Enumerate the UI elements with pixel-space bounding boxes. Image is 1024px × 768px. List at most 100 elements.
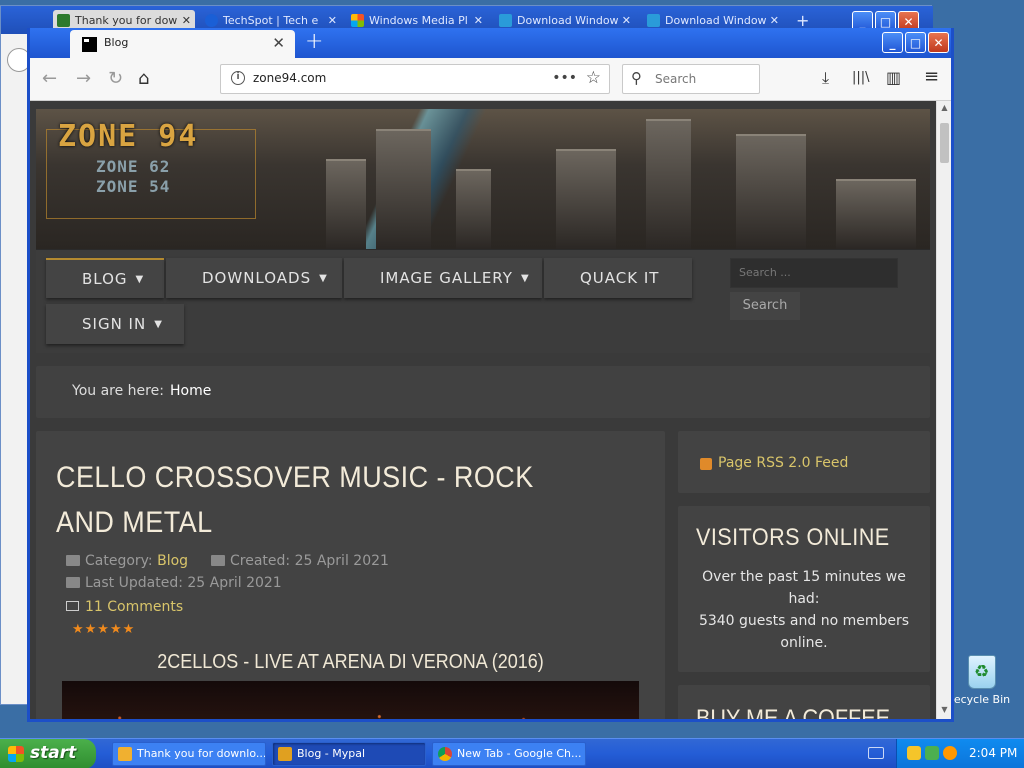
home-button[interactable]: ⌂ xyxy=(138,68,149,89)
site-main-menu: BLOG ▼ DOWNLOADS ▼ IMAGE GALLERY ▼ QUACK… xyxy=(36,249,930,353)
banner-building xyxy=(326,159,366,249)
site-logo-sub: ZONE 62 xyxy=(96,157,171,176)
visitors-online-box: VISITORS ONLINE Over the past 15 minutes… xyxy=(678,506,930,672)
downloads-icon[interactable]: ⤓ xyxy=(822,68,829,88)
site-logo: ZONE 94 xyxy=(58,119,199,154)
video-player[interactable] xyxy=(62,681,639,719)
new-tab-button[interactable]: + xyxy=(305,29,323,54)
minimize-button[interactable]: _ xyxy=(882,32,903,53)
search-input[interactable]: ⚲ Search xyxy=(622,64,760,94)
windows-logo-icon xyxy=(351,14,364,27)
browser-window: Blog ✕ + _ □ ✕ ← → ↻ ⌂ i zone94.com ••• … xyxy=(27,28,954,722)
tab-close-icon[interactable]: ✕ xyxy=(272,34,285,52)
url-bar[interactable]: i zone94.com ••• ☆ xyxy=(220,64,610,94)
task-label: Thank you for downlo... xyxy=(137,747,266,760)
taskbar-item-thank-you[interactable]: Thank you for downlo... xyxy=(112,742,266,766)
caret-down-icon: ▼ xyxy=(319,272,328,284)
article-category: Category: Blog xyxy=(66,553,188,569)
buy-coffee-box: BUY ME A COFFEE xyxy=(678,685,930,719)
taskbar-item-chrome[interactable]: New Tab - Google Ch... xyxy=(432,742,586,766)
calendar-icon xyxy=(66,577,80,588)
recycle-bin[interactable]: ecycle Bin xyxy=(952,655,1012,706)
visitors-text-2: 5340 guests and no members online. xyxy=(698,613,910,651)
menu-icon[interactable]: ≡ xyxy=(924,66,939,87)
bookmark-star-icon[interactable]: ☆ xyxy=(586,68,601,88)
menu-item-image-gallery[interactable]: IMAGE GALLERY ▼ xyxy=(344,258,542,298)
menu-item-downloads[interactable]: DOWNLOADS ▼ xyxy=(166,258,342,298)
security-shield-icon[interactable] xyxy=(907,746,921,760)
banner-building xyxy=(376,129,431,249)
rss-icon xyxy=(700,458,712,470)
menu-item-sign-in[interactable]: SIGN IN ▼ xyxy=(46,304,184,344)
keyboard-icon[interactable] xyxy=(868,747,884,759)
menu-item-blog[interactable]: BLOG ▼ xyxy=(46,258,164,298)
desktop: Thank you for dow ✕ TechSpot | Tech e ✕ … xyxy=(0,0,1024,738)
url-text: zone94.com xyxy=(253,71,327,85)
search-placeholder: Search xyxy=(655,72,697,86)
bg-tab-label: Windows Media Pl xyxy=(369,14,468,27)
banner-building xyxy=(736,134,806,249)
menu-item-label: SIGN IN xyxy=(82,315,147,333)
recycle-bin-icon xyxy=(968,655,996,689)
rss-feed-box: Page RSS 2.0 Feed xyxy=(678,431,930,493)
techspot-icon xyxy=(205,14,218,27)
comments-count: 11 Comments xyxy=(85,599,184,615)
back-button[interactable]: ← xyxy=(42,68,57,89)
library-icon[interactable]: |||\ xyxy=(852,70,870,85)
bg-tab-label: Thank you for dow xyxy=(75,14,178,27)
clock: 2:04 PM xyxy=(969,746,1018,760)
vertical-scrollbar[interactable]: ▲ ▼ xyxy=(936,101,951,719)
created-date: Created: 25 April 2021 xyxy=(230,553,389,569)
window-controls: _ □ ✕ xyxy=(882,32,949,53)
site-logo-sub: ZONE 54 xyxy=(96,177,171,196)
page-viewport: ZONE 94 ZONE 62 ZONE 54 BLOG ▼ DOWNLOADS… xyxy=(30,101,936,719)
download-site-icon xyxy=(57,14,70,27)
site-info-icon[interactable]: i xyxy=(231,71,245,85)
search-tray-icon[interactable] xyxy=(943,746,957,760)
scroll-up-icon[interactable]: ▲ xyxy=(939,103,950,115)
category-link[interactable]: Blog xyxy=(157,553,188,569)
scroll-down-icon[interactable]: ▼ xyxy=(939,705,950,717)
menu-item-label: QUACK IT xyxy=(580,269,660,287)
network-icon[interactable] xyxy=(925,746,939,760)
banner-building xyxy=(836,179,916,249)
article-title: CELLO CROSSOVER MUSIC - ROCK AND METAL xyxy=(56,461,534,539)
sidebar-icon[interactable]: ▥ xyxy=(886,68,901,87)
site-banner[interactable]: ZONE 94 ZONE 62 ZONE 54 xyxy=(36,109,930,249)
rss-feed-link[interactable]: Page RSS 2.0 Feed xyxy=(718,455,848,471)
task-label: New Tab - Google Ch... xyxy=(457,747,582,760)
site-favicon-icon xyxy=(82,37,97,52)
article-updated: Last Updated: 25 April 2021 xyxy=(66,575,282,591)
scrollbar-thumb[interactable] xyxy=(940,123,949,163)
breadcrumb: You are here: Home xyxy=(36,366,930,418)
caret-down-icon: ▼ xyxy=(135,273,145,285)
star-rating[interactable]: ★★★★★ xyxy=(72,622,135,637)
start-button[interactable]: start xyxy=(0,739,96,768)
breadcrumb-home: Home xyxy=(170,383,212,399)
menu-item-quack-it[interactable]: QUACK IT xyxy=(544,258,692,298)
folder-icon xyxy=(66,555,80,566)
mypal-icon xyxy=(278,747,292,761)
start-label: start xyxy=(30,743,77,763)
reload-button[interactable]: ↻ xyxy=(108,68,123,89)
article-created: Created: 25 April 2021 xyxy=(211,553,389,569)
calendar-icon xyxy=(211,555,225,566)
page-actions-icon[interactable]: ••• xyxy=(552,70,577,86)
caret-down-icon: ▼ xyxy=(520,272,530,284)
caret-down-icon: ▼ xyxy=(154,318,163,330)
tab-bar: Blog ✕ + _ □ ✕ xyxy=(30,28,951,58)
banner-building xyxy=(456,169,491,249)
forward-button[interactable]: → xyxy=(76,68,91,89)
maximize-button[interactable]: □ xyxy=(905,32,926,53)
site-search-button[interactable]: Search xyxy=(730,292,800,320)
video-frame xyxy=(62,711,639,719)
comments-link[interactable]: 11 Comments xyxy=(66,599,183,615)
close-button[interactable]: ✕ xyxy=(928,32,949,53)
chrome-icon xyxy=(438,747,452,761)
article: CELLO CROSSOVER MUSIC - ROCK AND METAL C… xyxy=(36,431,665,719)
tab-blog[interactable]: Blog ✕ xyxy=(70,30,295,58)
system-tray: 2:04 PM xyxy=(896,739,1024,768)
site-search-input[interactable]: Search ... xyxy=(730,258,898,288)
comment-icon xyxy=(66,601,79,611)
taskbar-item-blog[interactable]: Blog - Mypal xyxy=(272,742,426,766)
